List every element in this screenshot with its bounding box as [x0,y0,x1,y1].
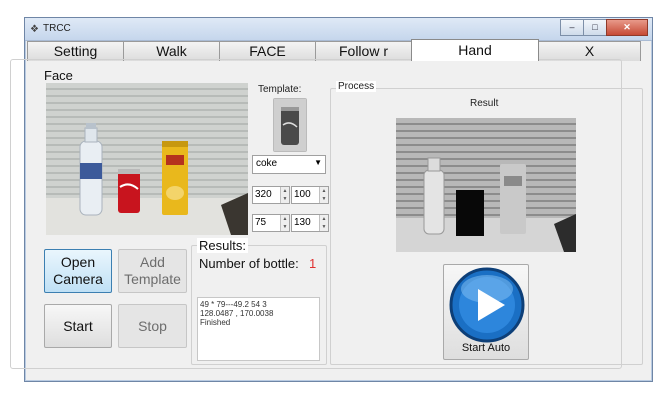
face-group-label: Face [42,68,75,83]
camera-view [46,83,248,235]
spin-up-icon[interactable]: ▲ [280,187,289,195]
tab-walk[interactable]: Walk [123,41,220,61]
chevron-down-icon: ▼ [314,158,322,167]
spin-down-icon[interactable]: ▼ [319,195,328,203]
template-image [273,98,307,152]
start-button[interactable]: Start [44,304,112,348]
start-auto-button[interactable]: Start Auto [443,264,529,360]
results-output[interactable]: 49 * 79---49.2 54 3 128.0487 , 170.0038 … [197,297,320,361]
title-bar[interactable]: ❖ TRCC – □ ✕ [25,18,652,41]
app-icon: ❖ [30,24,39,35]
close-button[interactable]: ✕ [606,19,648,36]
bottle-count-value: 1 [309,256,317,271]
template-thumbnail [274,99,306,151]
spin-down-icon[interactable]: ▼ [280,195,289,203]
tab-hand[interactable]: Hand [411,39,539,61]
process-result-view [396,118,576,252]
spin-2-value: 100 [294,189,311,200]
play-icon [449,267,525,343]
open-camera-button[interactable]: Open Camera [44,249,112,293]
result-image [396,118,576,252]
output-line: 49 * 79---49.2 54 3 [200,300,267,309]
minimize-button[interactable]: – [560,19,584,36]
process-group-label: Process [336,81,377,92]
results-label: Results: [197,238,248,253]
spin-1[interactable]: 320 ▲ ▼ [252,186,290,204]
tab-face[interactable]: FACE [219,41,316,61]
window-title: TRCC [43,23,71,34]
spin-2[interactable]: 100 ▲ ▼ [291,186,329,204]
output-line: 128.0487 , 170.0038 [200,309,274,318]
spin-3[interactable]: 75 ▲ ▼ [252,214,290,232]
spin-up-icon[interactable]: ▲ [319,187,328,195]
output-line: Finished [200,318,231,327]
camera-image [46,83,248,235]
result-label: Result [470,98,499,109]
spin-4-value: 130 [294,217,311,228]
spin-4[interactable]: 130 ▲ ▼ [291,214,329,232]
spin-up-icon[interactable]: ▲ [319,215,328,223]
maximize-button[interactable]: □ [583,19,607,36]
template-select-value: coke [256,158,278,169]
tab-x[interactable]: X [538,41,641,61]
tab-follow[interactable]: Follow r [315,41,412,61]
spin-up-icon[interactable]: ▲ [280,215,289,223]
window-controls: – □ ✕ [560,19,648,36]
spin-1-value: 320 [255,189,272,200]
spin-3-value: 75 [255,217,267,228]
bottle-count-label: Number of bottle: [199,256,299,271]
add-template-button[interactable]: Add Template [118,249,187,293]
spin-down-icon[interactable]: ▼ [319,223,328,231]
template-label: Template: [258,84,302,95]
spin-down-icon[interactable]: ▼ [280,223,289,231]
tab-setting[interactable]: Setting [27,41,124,61]
stop-button[interactable]: Stop [118,304,187,348]
template-select[interactable]: coke ▼ [252,155,326,174]
